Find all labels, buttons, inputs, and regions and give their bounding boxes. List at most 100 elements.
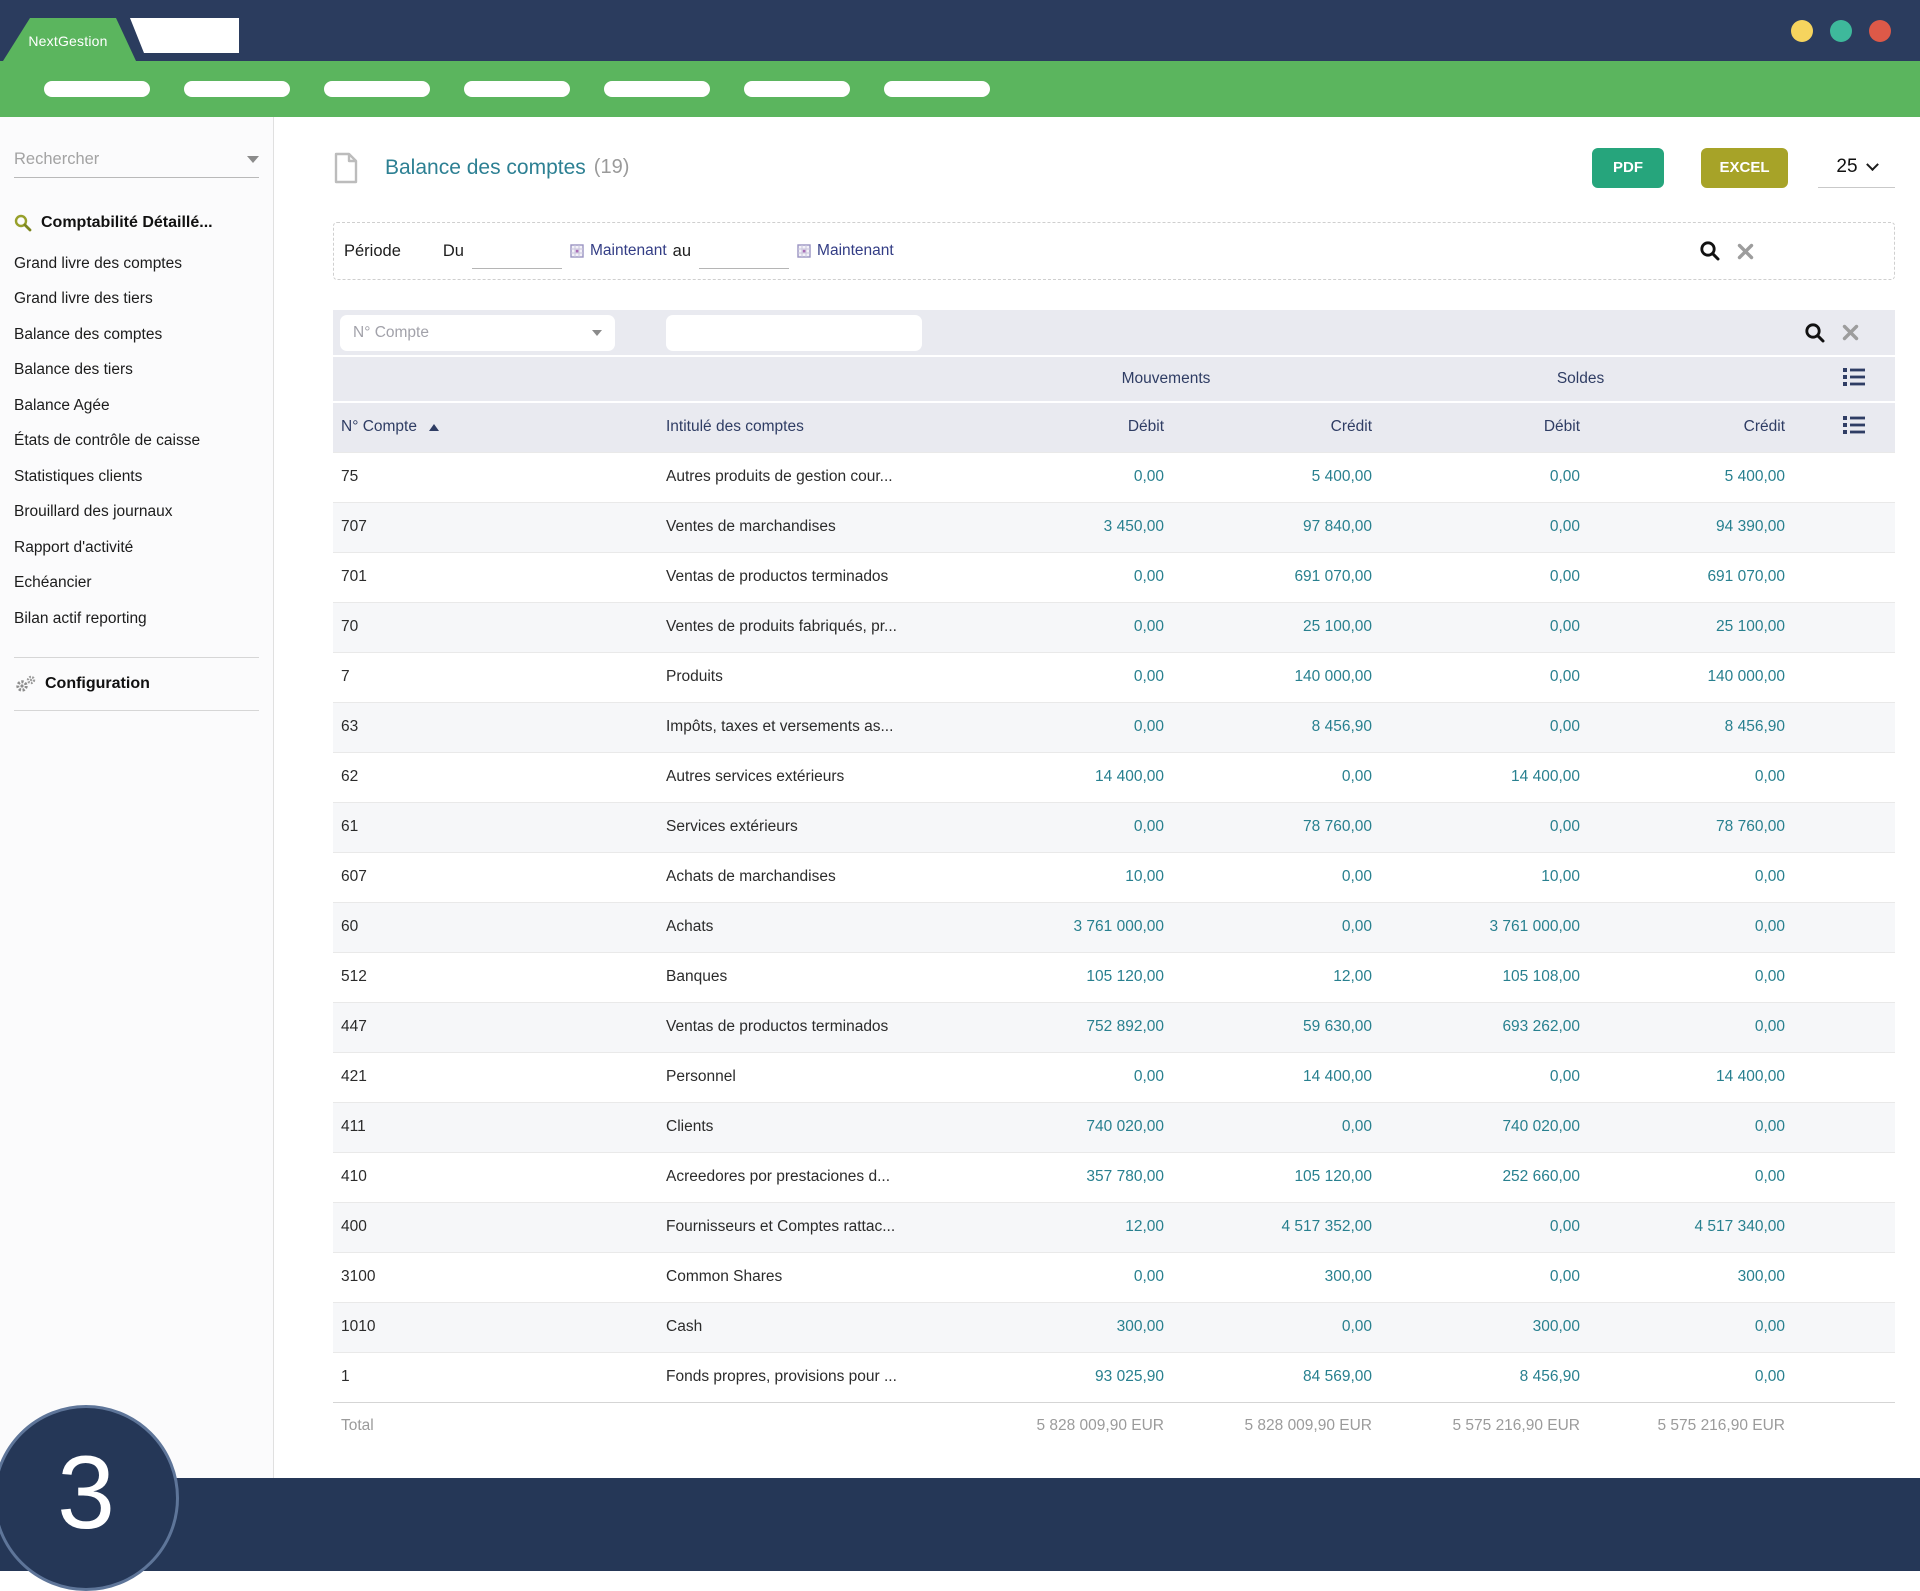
table-row[interactable]: 7 Produits 0,00 140 000,00 0,00 140 000,… — [333, 652, 1895, 702]
table-row[interactable]: 400 Fournisseurs et Comptes rattac... 12… — [333, 1202, 1895, 1252]
cell-mvt-debit[interactable]: 0,00 — [958, 602, 1166, 652]
nav-pill[interactable] — [744, 81, 850, 97]
table-row[interactable]: 410 Acreedores por prestaciones d... 357… — [333, 1152, 1895, 1202]
table-row[interactable]: 1010 Cash 300,00 0,00 300,00 0,00 — [333, 1302, 1895, 1352]
cell-mvt-credit[interactable]: 300,00 — [1166, 1252, 1374, 1302]
cell-mvt-debit[interactable]: 0,00 — [958, 802, 1166, 852]
table-row[interactable]: 63 Impôts, taxes et versements as... 0,0… — [333, 702, 1895, 752]
sidebar-menu-item[interactable]: États de contrôle de caisse — [0, 424, 273, 460]
nav-pill[interactable] — [464, 81, 570, 97]
table-row[interactable]: 70 Ventes de produits fabriqués, pr... 0… — [333, 602, 1895, 652]
cell-mvt-credit[interactable]: 0,00 — [1166, 852, 1374, 902]
sidebar-menu-item[interactable]: Rapport d'activité — [0, 530, 273, 566]
table-row[interactable]: 61 Services extérieurs 0,00 78 760,00 0,… — [333, 802, 1895, 852]
cell-solde-credit[interactable]: 0,00 — [1582, 852, 1787, 902]
cell-solde-debit[interactable]: 0,00 — [1374, 502, 1582, 552]
sidebar-menu-item[interactable]: Brouillard des journaux — [0, 495, 273, 531]
nav-pill[interactable] — [44, 81, 150, 97]
table-row[interactable]: 512 Banques 105 120,00 12,00 105 108,00 … — [333, 952, 1895, 1002]
col-header-mvt-credit[interactable]: Crédit — [1166, 402, 1374, 452]
cell-mvt-credit[interactable]: 78 760,00 — [1166, 802, 1374, 852]
cell-solde-debit[interactable]: 0,00 — [1374, 802, 1582, 852]
page-size-select[interactable]: 25 — [1818, 148, 1895, 188]
cell-solde-credit[interactable]: 4 517 340,00 — [1582, 1202, 1787, 1252]
sidebar-menu-item[interactable]: Balance Agée — [0, 388, 273, 424]
cell-solde-debit[interactable]: 105 108,00 — [1374, 952, 1582, 1002]
cell-mvt-credit[interactable]: 691 070,00 — [1166, 552, 1374, 602]
cell-mvt-credit[interactable]: 12,00 — [1166, 952, 1374, 1002]
table-row[interactable]: 447 Ventas de productos terminados 752 8… — [333, 1002, 1895, 1052]
cell-solde-credit[interactable]: 14 400,00 — [1582, 1052, 1787, 1102]
table-row[interactable]: 3100 Common Shares 0,00 300,00 0,00 300,… — [333, 1252, 1895, 1302]
sidebar-menu-item[interactable]: Balance des tiers — [0, 353, 273, 389]
sidebar-menu-item[interactable]: Grand livre des comptes — [0, 246, 273, 282]
table-row[interactable]: 75 Autres produits de gestion cour... 0,… — [333, 452, 1895, 502]
cell-solde-credit[interactable]: 0,00 — [1582, 1102, 1787, 1152]
cell-solde-debit[interactable]: 14 400,00 — [1374, 752, 1582, 802]
table-row[interactable]: 60 Achats 3 761 000,00 0,00 3 761 000,00… — [333, 902, 1895, 952]
cell-mvt-credit[interactable]: 0,00 — [1166, 902, 1374, 952]
cell-mvt-credit[interactable]: 5 400,00 — [1166, 452, 1374, 502]
cell-solde-debit[interactable]: 10,00 — [1374, 852, 1582, 902]
table-row[interactable]: 62 Autres services extérieurs 14 400,00 … — [333, 752, 1895, 802]
cell-mvt-credit[interactable]: 8 456,90 — [1166, 702, 1374, 752]
column-settings-icon[interactable] — [1843, 367, 1865, 386]
cell-solde-debit[interactable]: 0,00 — [1374, 552, 1582, 602]
cell-solde-credit[interactable]: 78 760,00 — [1582, 802, 1787, 852]
cell-mvt-credit[interactable]: 0,00 — [1166, 752, 1374, 802]
cell-mvt-debit[interactable]: 300,00 — [958, 1302, 1166, 1352]
column-settings-icon[interactable] — [1843, 415, 1865, 434]
nav-pill[interactable] — [604, 81, 710, 97]
table-search-button[interactable] — [1804, 322, 1826, 344]
table-row[interactable]: 411 Clients 740 020,00 0,00 740 020,00 0… — [333, 1102, 1895, 1152]
cell-solde-debit[interactable]: 252 660,00 — [1374, 1152, 1582, 1202]
cell-mvt-debit[interactable]: 93 025,90 — [958, 1352, 1166, 1402]
calendar-icon[interactable] — [570, 244, 584, 258]
cell-solde-credit[interactable]: 0,00 — [1582, 1302, 1787, 1352]
sidebar-menu-item[interactable]: Echéancier — [0, 566, 273, 602]
cell-solde-debit[interactable]: 0,00 — [1374, 652, 1582, 702]
cell-solde-credit[interactable]: 0,00 — [1582, 1002, 1787, 1052]
calendar-icon[interactable] — [797, 244, 811, 258]
cell-solde-credit[interactable]: 0,00 — [1582, 752, 1787, 802]
cell-mvt-credit[interactable]: 140 000,00 — [1166, 652, 1374, 702]
cell-mvt-debit[interactable]: 752 892,00 — [958, 1002, 1166, 1052]
col-header-intitule[interactable]: Intitulé des comptes — [658, 402, 958, 452]
cell-solde-credit[interactable]: 0,00 — [1582, 902, 1787, 952]
cell-solde-credit[interactable]: 25 100,00 — [1582, 602, 1787, 652]
sidebar-item-configuration[interactable]: Configuration — [14, 658, 259, 710]
cell-mvt-debit[interactable]: 0,00 — [958, 552, 1166, 602]
sidebar-menu-item[interactable]: Balance des comptes — [0, 317, 273, 353]
cell-solde-credit[interactable]: 300,00 — [1582, 1252, 1787, 1302]
date-to-input[interactable] — [699, 243, 789, 269]
col-header-solde-credit[interactable]: Crédit — [1582, 402, 1787, 452]
col-header-compte[interactable]: N° Compte — [333, 402, 658, 452]
cell-mvt-debit[interactable]: 3 761 000,00 — [958, 902, 1166, 952]
cell-solde-credit[interactable]: 8 456,90 — [1582, 702, 1787, 752]
table-row[interactable]: 607 Achats de marchandises 10,00 0,00 10… — [333, 852, 1895, 902]
cell-solde-debit[interactable]: 693 262,00 — [1374, 1002, 1582, 1052]
cell-mvt-debit[interactable]: 0,00 — [958, 1052, 1166, 1102]
cell-solde-credit[interactable]: 0,00 — [1582, 1152, 1787, 1202]
cell-solde-debit[interactable]: 740 020,00 — [1374, 1102, 1582, 1152]
cell-solde-credit[interactable]: 5 400,00 — [1582, 452, 1787, 502]
cell-mvt-credit[interactable]: 14 400,00 — [1166, 1052, 1374, 1102]
cell-solde-debit[interactable]: 3 761 000,00 — [1374, 902, 1582, 952]
cell-solde-debit[interactable]: 0,00 — [1374, 702, 1582, 752]
cell-solde-credit[interactable]: 0,00 — [1582, 1352, 1787, 1402]
sidebar-menu-item[interactable]: Bilan actif reporting — [0, 601, 273, 637]
cell-mvt-debit[interactable]: 0,00 — [958, 1252, 1166, 1302]
cell-solde-credit[interactable]: 0,00 — [1582, 952, 1787, 1002]
cell-mvt-credit[interactable]: 25 100,00 — [1166, 602, 1374, 652]
cell-mvt-credit[interactable]: 97 840,00 — [1166, 502, 1374, 552]
sidebar-menu-item[interactable]: Grand livre des tiers — [0, 282, 273, 318]
cell-mvt-debit[interactable]: 3 450,00 — [958, 502, 1166, 552]
sidebar-section-comptabilite[interactable]: Comptabilité Détaillé... — [14, 214, 259, 232]
excel-export-button[interactable]: EXCEL — [1701, 148, 1788, 188]
compte-filter-input[interactable] — [666, 315, 922, 351]
nav-pill[interactable] — [324, 81, 430, 97]
col-header-solde-debit[interactable]: Débit — [1374, 402, 1582, 452]
cell-solde-credit[interactable]: 691 070,00 — [1582, 552, 1787, 602]
cell-mvt-debit[interactable]: 357 780,00 — [958, 1152, 1166, 1202]
cell-mvt-debit[interactable]: 0,00 — [958, 452, 1166, 502]
